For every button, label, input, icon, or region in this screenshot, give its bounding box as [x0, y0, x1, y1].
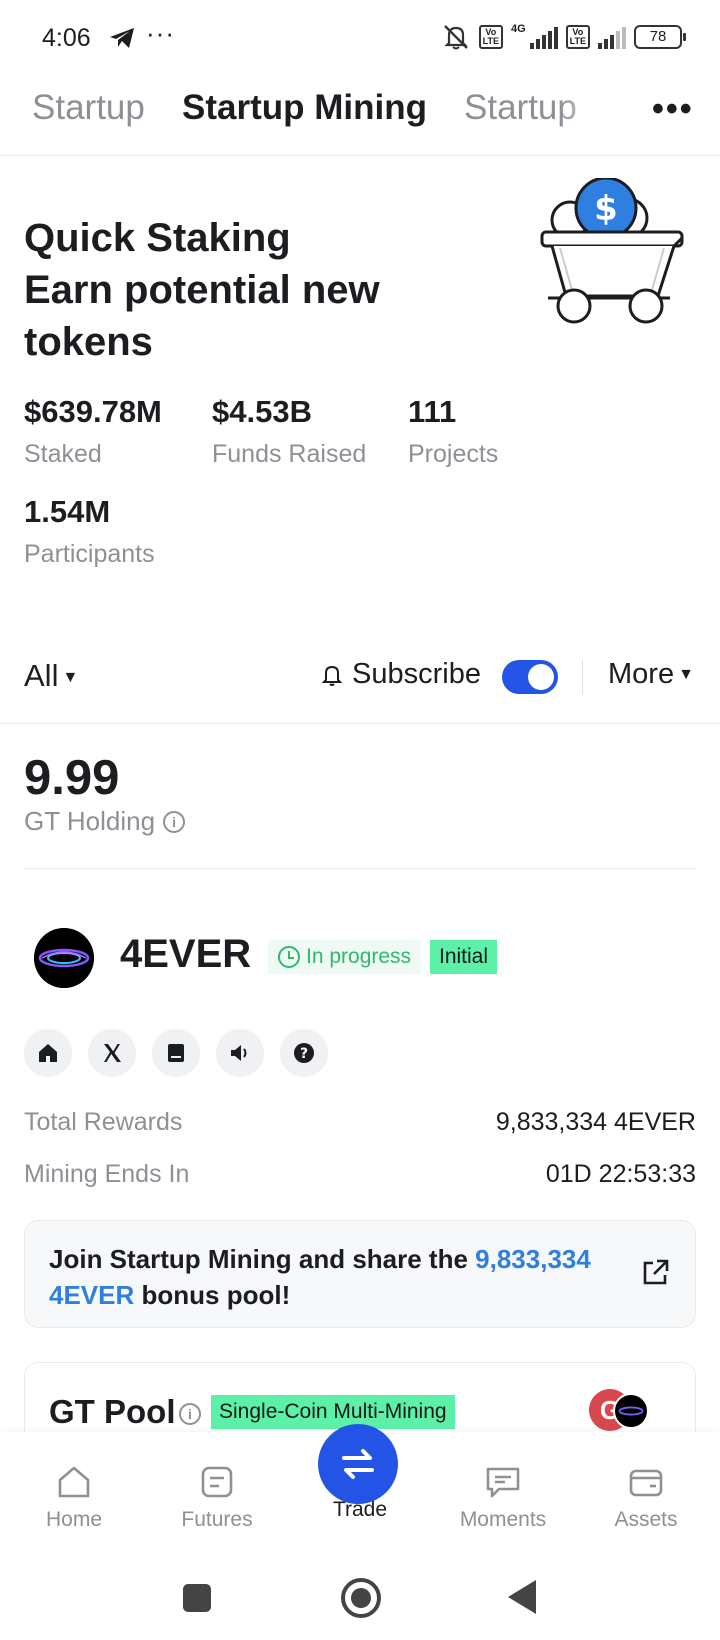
swap-arrows-icon: [342, 1449, 374, 1479]
pool-title: GT Pool: [49, 1393, 176, 1430]
mining-cart-illustration: $: [540, 178, 684, 324]
info-icon[interactable]: i: [163, 810, 186, 833]
stat-projects-value: 111: [408, 394, 457, 429]
hero-title-line3: tokens: [24, 320, 153, 364]
join-banner-text: Join Startup Mining and share the 9,833,…: [49, 1241, 609, 1313]
chat-bubble-icon: [486, 1467, 520, 1498]
all-filter-dropdown[interactable]: All ▼: [24, 658, 78, 694]
stat-funds-value: $4.53B: [212, 394, 312, 429]
signal-icon: [529, 25, 558, 49]
total-rewards-label: Total Rewards: [24, 1108, 183, 1136]
status-bar: 4:06 ··· Vo LTE 4G Vo LTE 78: [0, 0, 720, 76]
total-rewards-value: 9,833,334 4EVER: [495, 1108, 696, 1136]
top-tabs: Startup Startup Mining Startup •••: [0, 80, 720, 156]
divider: [24, 868, 696, 869]
more-dropdown[interactable]: More ▼: [608, 658, 694, 691]
whitepaper-book-icon[interactable]: [152, 1029, 200, 1077]
volte-icon: Vo LTE: [478, 25, 503, 49]
status-time: 4:06: [42, 24, 91, 52]
hero-title-line2: Earn potential new: [24, 268, 380, 312]
bell-icon: [321, 665, 343, 686]
stat-funds-raised: $4.53B Funds Raised: [212, 394, 366, 469]
stat-staked-label: Staked: [24, 440, 102, 468]
nav-assets-label: Assets: [614, 1508, 678, 1531]
stat-projects: 111 Projects: [408, 394, 498, 469]
tab-startup[interactable]: Startup: [32, 88, 145, 128]
gt-holding-label: GT Holding: [24, 806, 156, 836]
4ever-coin-icon: [613, 1393, 649, 1429]
join-prefix: Join Startup Mining and share the: [49, 1244, 476, 1274]
signal-icon-2: [598, 25, 626, 49]
status-badge: In progress: [268, 940, 422, 974]
stat-staked-value: $639.78M: [24, 394, 162, 429]
back-triangle-icon[interactable]: [508, 1580, 536, 1614]
stat-funds-label: Funds Raised: [212, 440, 367, 468]
svg-text:?: ?: [300, 1046, 308, 1062]
nav-home-label: Home: [45, 1508, 103, 1531]
status-badge-label: In progress: [306, 945, 412, 968]
caret-down-icon: ▼: [62, 669, 79, 686]
subscribe-label: Subscribe: [352, 658, 481, 690]
nav-futures[interactable]: Futures: [157, 1462, 277, 1532]
volte-icon-2: Vo LTE: [565, 25, 590, 49]
mining-ends-row: Mining Ends In 01D 22:53:33: [24, 1160, 696, 1189]
nav-moments[interactable]: Moments: [443, 1462, 563, 1532]
gt-holding-value: 9.99: [24, 751, 120, 805]
nav-assets[interactable]: Assets: [586, 1462, 706, 1532]
trade-button[interactable]: [318, 1424, 398, 1504]
stat-staked: $639.78M Staked: [24, 394, 162, 469]
project-name[interactable]: 4EVER: [120, 932, 251, 977]
stat-participants-label: Participants: [24, 540, 155, 568]
telegram-icon: [110, 28, 134, 48]
initial-tag: Initial: [430, 940, 498, 974]
subscribe-control[interactable]: Subscribe: [320, 658, 481, 691]
join-banner[interactable]: Join Startup Mining and share the 9,833,…: [24, 1220, 696, 1328]
tab-startup-mining[interactable]: Startup Mining: [182, 88, 427, 128]
mining-ends-value: 01D 22:53:33: [545, 1160, 696, 1188]
stat-projects-label: Projects: [408, 440, 499, 468]
hero-title: Quick Staking Earn potential new tokens: [24, 212, 484, 368]
home-circle-icon[interactable]: [341, 1578, 381, 1618]
more-label: More: [608, 658, 675, 690]
bell-muted-icon: [443, 25, 468, 50]
website-home-icon[interactable]: [24, 1029, 72, 1077]
more-notifications-icon: ···: [146, 18, 175, 48]
nav-home[interactable]: Home: [14, 1462, 134, 1532]
wallet-icon: [629, 1469, 663, 1497]
mining-ends-label: Mining Ends In: [24, 1160, 190, 1188]
filter-row: All ▼ Subscribe More ▼: [0, 650, 720, 724]
4ever-logo: [34, 928, 94, 988]
caret-down-icon: ▼: [678, 666, 694, 683]
stat-participants: 1.54M Participants: [24, 494, 155, 569]
pool-badge: Single-Coin Multi-Mining: [211, 1395, 455, 1429]
announcement-speaker-icon[interactable]: [216, 1029, 264, 1077]
network-type: 4G: [510, 23, 526, 35]
home-icon: [58, 1466, 90, 1498]
external-link-icon[interactable]: [639, 1257, 671, 1289]
status-indicators: Vo LTE 4G Vo LTE 78: [441, 22, 686, 52]
nav-moments-label: Moments: [459, 1508, 547, 1531]
battery-icon: 78: [634, 25, 686, 49]
total-rewards-row: Total Rewards 9,833,334 4EVER: [24, 1108, 696, 1137]
x-twitter-icon[interactable]: [88, 1029, 136, 1077]
join-suffix: bonus pool!: [134, 1280, 291, 1310]
gt-holding-label-row: GT Holding i: [24, 806, 186, 837]
tab-fade: [560, 80, 650, 155]
svg-text:$: $: [594, 189, 618, 229]
divider: [582, 660, 583, 694]
subscribe-toggle[interactable]: [502, 660, 558, 694]
system-nav-bar: [0, 1560, 720, 1640]
info-icon[interactable]: i: [179, 1403, 201, 1425]
more-options-icon[interactable]: •••: [652, 90, 694, 129]
all-filter-label: All: [24, 658, 59, 693]
help-question-icon[interactable]: ?: [280, 1029, 328, 1077]
futures-icon: [201, 1466, 233, 1498]
nav-futures-label: Futures: [181, 1508, 253, 1531]
clock-icon: [278, 946, 300, 968]
recents-square-icon[interactable]: [183, 1584, 211, 1612]
project-links: ?: [24, 1029, 328, 1077]
hero-title-line1: Quick Staking: [24, 216, 291, 260]
toggle-knob: [528, 664, 554, 690]
stat-participants-value: 1.54M: [24, 494, 111, 529]
